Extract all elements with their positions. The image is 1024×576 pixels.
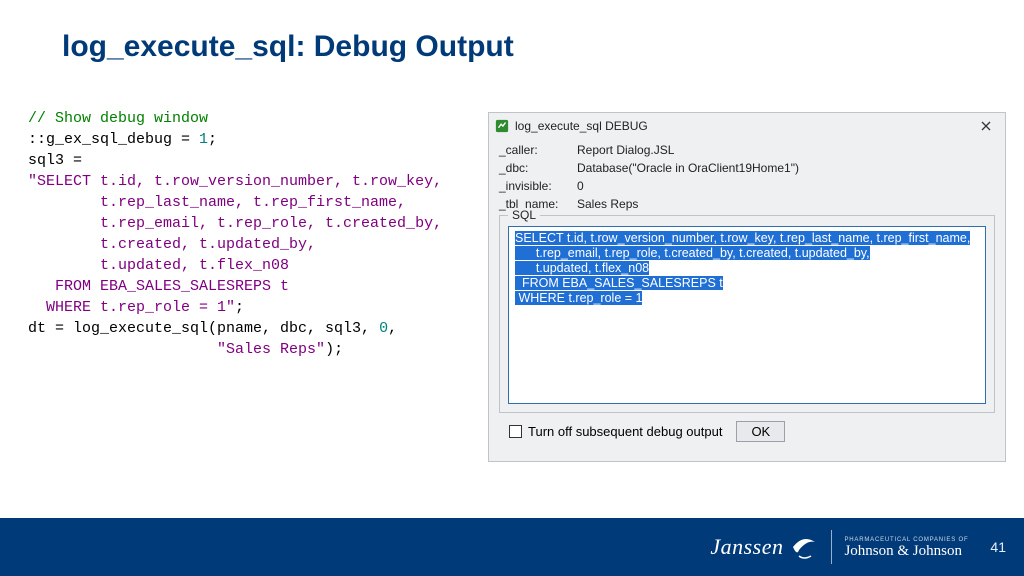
field-key: _caller: xyxy=(499,143,577,157)
field-invisible: _invisible:0 xyxy=(499,179,995,193)
turn-off-debug-checkbox[interactable]: Turn off subsequent debug output xyxy=(509,424,722,439)
sql-textbox[interactable]: SELECT t.id, t.row_version_number, t.row… xyxy=(508,226,986,404)
field-value: Database("Oracle in OraClient19Home1") xyxy=(577,161,799,175)
code-string: t.rep_last_name, t.rep_first_name, xyxy=(28,194,406,211)
code-number: 0 xyxy=(379,320,388,337)
page-number: 41 xyxy=(990,539,1006,555)
field-caller: _caller:Report Dialog.JSL xyxy=(499,143,995,157)
code-line: sql3 = xyxy=(28,152,82,169)
jnj-tagline: PHARMACEUTICAL COMPANIES OF xyxy=(844,537,968,543)
close-icon xyxy=(981,121,991,131)
code-string: FROM EBA_SALES_SALESREPS t xyxy=(28,278,289,295)
slide-footer: Janssen PHARMACEUTICAL COMPANIES OF John… xyxy=(0,518,1024,576)
dialog-title: log_execute_sql DEBUG xyxy=(515,119,971,133)
janssen-swoosh-icon xyxy=(789,532,819,562)
sql-legend: SQL xyxy=(508,208,540,222)
app-icon xyxy=(495,119,509,133)
sql-fieldset: SQL SELECT t.id, t.row_version_number, t… xyxy=(499,215,995,413)
close-button[interactable] xyxy=(971,115,1001,137)
slide-title: log_execute_sql: Debug Output xyxy=(62,30,514,64)
sql-selected-line: t.rep_email, t.rep_role, t.created_by, t… xyxy=(515,246,870,260)
code-number: 1 xyxy=(199,131,208,148)
field-value: Sales Reps xyxy=(577,197,638,211)
ok-button[interactable]: OK xyxy=(736,421,785,442)
dialog-client: _caller:Report Dialog.JSL _dbc:Database(… xyxy=(489,139,1005,448)
checkbox-box xyxy=(509,425,522,438)
sql-selected-line: SELECT t.id, t.row_version_number, t.row… xyxy=(515,231,970,245)
debug-dialog: log_execute_sql DEBUG _caller:Report Dia… xyxy=(488,112,1006,462)
code-string: t.rep_email, t.rep_role, t.created_by, xyxy=(28,215,442,232)
brand-divider xyxy=(831,530,832,564)
code-text: ; xyxy=(208,131,217,148)
field-value: Report Dialog.JSL xyxy=(577,143,674,157)
code-line: ::g_ex_sql_debug = xyxy=(28,131,199,148)
code-string: t.created, t.updated_by, xyxy=(28,236,316,253)
dialog-titlebar[interactable]: log_execute_sql DEBUG xyxy=(489,113,1005,139)
field-dbc: _dbc:Database("Oracle in OraClient19Home… xyxy=(499,161,995,175)
sql-selected-line: WHERE t.rep_role = 1 xyxy=(515,291,642,305)
dialog-footer: Turn off subsequent debug output OK xyxy=(499,413,995,442)
code-line xyxy=(28,341,217,358)
field-key: _invisible: xyxy=(499,179,577,193)
jnj-logo: PHARMACEUTICAL COMPANIES OF Johnson & Jo… xyxy=(844,537,968,558)
code-text: , xyxy=(388,320,397,337)
code-comment: // Show debug window xyxy=(28,110,208,127)
code-text: ; xyxy=(235,299,244,316)
code-string: "Sales Reps" xyxy=(217,341,325,358)
field-key: _dbc: xyxy=(499,161,577,175)
code-block: // Show debug window ::g_ex_sql_debug = … xyxy=(28,108,442,360)
jnj-script: Johnson & Johnson xyxy=(844,544,962,558)
code-text: ); xyxy=(325,341,343,358)
field-value: 0 xyxy=(577,179,584,193)
field-tblname: _tbl_name:Sales Reps xyxy=(499,197,995,211)
sql-selected-line: FROM EBA_SALES_SALESREPS t xyxy=(515,276,723,290)
code-string: t.updated, t.flex_n08 xyxy=(28,257,289,274)
janssen-text: Janssen xyxy=(710,534,783,560)
checkbox-label: Turn off subsequent debug output xyxy=(528,424,722,439)
code-string: WHERE t.rep_role = 1" xyxy=(28,299,235,316)
janssen-logo: Janssen xyxy=(710,532,819,562)
code-string: "SELECT t.id, t.row_version_number, t.ro… xyxy=(28,173,442,190)
code-line: dt = log_execute_sql(pname, dbc, sql3, xyxy=(28,320,379,337)
sql-selected-line: t.updated, t.flex_n08 xyxy=(515,261,649,275)
slide: log_execute_sql: Debug Output // Show de… xyxy=(0,0,1024,576)
